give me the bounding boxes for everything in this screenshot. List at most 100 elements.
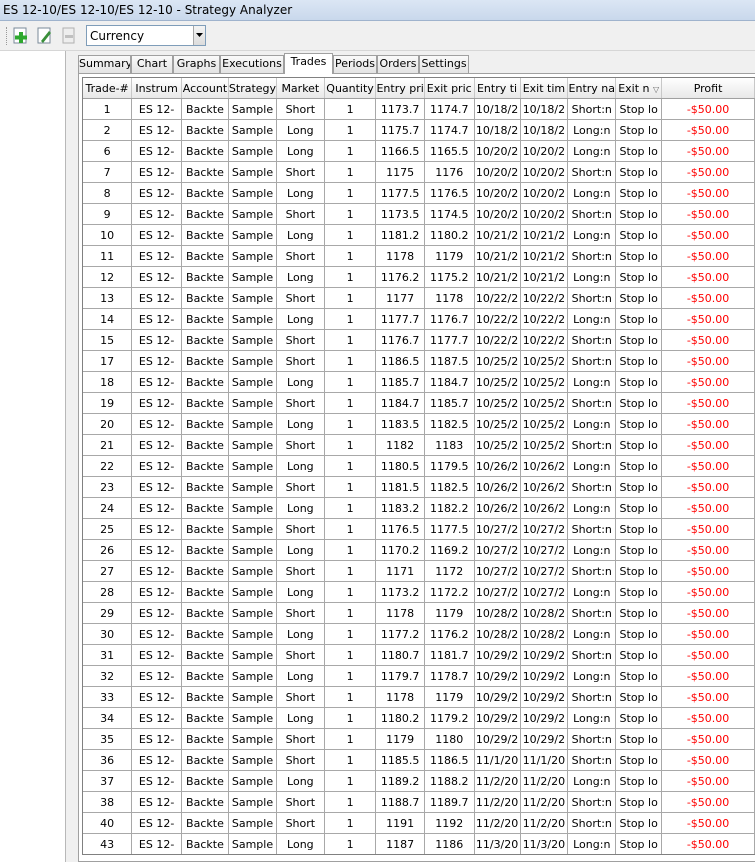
table-cell: Short xyxy=(276,434,325,456)
table-row[interactable]: 14 ES 12- Backte Sample Long 1 1177.7 1176.7 10/… xyxy=(83,308,755,330)
table-row[interactable]: 10 ES 12- Backte Sample Long 1 1181.2 1180.2 10/… xyxy=(83,224,755,246)
tab-graphs[interactable]: Graphs xyxy=(173,55,220,73)
table-cell: Short:n xyxy=(567,749,617,771)
table-row[interactable]: 28 ES 12- Backte Sample Long 1 1173.2 1172.2 10/… xyxy=(83,581,755,603)
table-cell: 7 xyxy=(83,161,133,183)
table-row[interactable]: 24 ES 12- Backte Sample Long 1 1183.2 1182.2 10/… xyxy=(83,497,755,519)
tab-settings[interactable]: Settings xyxy=(419,55,469,73)
table-row[interactable]: 6 ES 12- Backte Sample Long 1 1166.5 1165.5 10/2… xyxy=(83,140,755,162)
table-cell: Stop lo xyxy=(615,329,663,351)
table-cell: Short:n xyxy=(567,728,617,750)
table-row[interactable]: 7 ES 12- Backte Sample Short 1 1175 1176 10/20/2… xyxy=(83,161,755,183)
table-row[interactable]: 27 ES 12- Backte Sample Short 1 1171 1172 10/27/… xyxy=(83,560,755,582)
table-cell: Short:n xyxy=(567,98,617,120)
tab-summary[interactable]: Summary xyxy=(78,55,131,73)
table-cell: Backte xyxy=(181,224,229,246)
table-row[interactable]: 29 ES 12- Backte Sample Short 1 1178 1179 10/28/… xyxy=(83,602,755,624)
table-row[interactable]: 12 ES 12- Backte Sample Long 1 1176.2 1175.2 10/… xyxy=(83,266,755,288)
table-row[interactable]: 2 ES 12- Backte Sample Long 1 1175.7 1174.7 10/1… xyxy=(83,119,755,141)
table-cell: -$50.00 xyxy=(661,350,755,372)
table-row[interactable]: 38 ES 12- Backte Sample Short 1 1188.7 1189.7 11… xyxy=(83,791,755,813)
table-row[interactable]: 34 ES 12- Backte Sample Long 1 1180.2 1179.2 10/… xyxy=(83,707,755,729)
table-cell: Sample xyxy=(228,623,278,645)
column-header-exit-n[interactable]: Exit n ▽ xyxy=(615,78,663,99)
table-row[interactable]: 22 ES 12- Backte Sample Long 1 1180.5 1179.5 10/… xyxy=(83,455,755,477)
add-icon[interactable] xyxy=(12,27,30,45)
pane-splitter[interactable] xyxy=(66,51,74,862)
toolbar-grip xyxy=(6,27,8,45)
column-header-entry-na[interactable]: Entry na xyxy=(567,78,617,99)
table-cell: Long xyxy=(276,665,325,687)
table-row[interactable]: 13 ES 12- Backte Sample Short 1 1177 1178 10/22/… xyxy=(83,287,755,309)
table-cell: Sample xyxy=(228,140,278,162)
table-row[interactable]: 33 ES 12- Backte Sample Short 1 1178 1179 10/29/… xyxy=(83,686,755,708)
table-cell: ES 12- xyxy=(131,833,182,854)
table-cell: 1187 xyxy=(375,833,425,854)
table-row[interactable]: 19 ES 12- Backte Sample Short 1 1184.7 1185.7 10… xyxy=(83,392,755,414)
tab-executions[interactable]: Executions xyxy=(220,55,284,73)
table-cell: ES 12- xyxy=(131,455,182,477)
table-cell: Sample xyxy=(228,560,278,582)
table-row[interactable]: 8 ES 12- Backte Sample Long 1 1177.5 1176.5 10/2… xyxy=(83,182,755,204)
table-row[interactable]: 35 ES 12- Backte Sample Short 1 1179 1180 10/29/… xyxy=(83,728,755,750)
column-header-account[interactable]: Account xyxy=(181,78,229,99)
table-row[interactable]: 23 ES 12- Backte Sample Short 1 1181.5 1182.5 10… xyxy=(83,476,755,498)
column-header-entry-ti[interactable]: Entry ti xyxy=(474,78,521,99)
display-unit-combo[interactable]: Currency xyxy=(86,25,206,46)
column-header-exit-tim[interactable]: Exit tim xyxy=(520,78,569,99)
table-row[interactable]: 20 ES 12- Backte Sample Long 1 1183.5 1182.5 10/… xyxy=(83,413,755,435)
table-row[interactable]: 36 ES 12- Backte Sample Short 1 1185.5 1186.5 11… xyxy=(83,749,755,771)
column-header-trade-[interactable]: Trade-# xyxy=(83,78,133,99)
table-row[interactable]: 18 ES 12- Backte Sample Long 1 1185.7 1184.7 10/… xyxy=(83,371,755,393)
table-cell: 1 xyxy=(324,455,377,477)
column-header-entry-pri[interactable]: Entry pri xyxy=(375,78,425,99)
table-cell: Short:n xyxy=(567,287,617,309)
table-row[interactable]: 15 ES 12- Backte Sample Short 1 1176.7 1177.7 10… xyxy=(83,329,755,351)
table-row[interactable]: 9 ES 12- Backte Sample Short 1 1173.5 1174.5 10/… xyxy=(83,203,755,225)
table-row[interactable]: 26 ES 12- Backte Sample Long 1 1170.2 1169.2 10/… xyxy=(83,539,755,561)
dropdown-arrow-icon[interactable] xyxy=(193,26,205,45)
table-cell: -$50.00 xyxy=(661,602,755,624)
table-row[interactable]: 40 ES 12- Backte Sample Short 1 1191 1192 11/2/2… xyxy=(83,812,755,834)
column-header-strategy[interactable]: Strategy xyxy=(228,78,278,99)
table-cell: 10/26/2 xyxy=(520,497,569,519)
table-cell: Long xyxy=(276,182,325,204)
table-cell: 38 xyxy=(83,791,133,813)
table-row[interactable]: 30 ES 12- Backte Sample Long 1 1177.2 1176.2 10/… xyxy=(83,623,755,645)
tab-trades[interactable]: Trades xyxy=(284,53,333,74)
strategy-tree-pane[interactable] xyxy=(0,51,66,862)
table-row[interactable]: 32 ES 12- Backte Sample Long 1 1179.7 1178.7 10/… xyxy=(83,665,755,687)
trades-grid[interactable]: Trade-# Instrum Account Strategy Market Quant… xyxy=(82,77,755,855)
column-header-market[interactable]: Market xyxy=(276,78,325,99)
column-header-instrum[interactable]: Instrum xyxy=(131,78,182,99)
table-cell: 1 xyxy=(324,686,377,708)
edit-icon[interactable] xyxy=(36,27,54,45)
table-cell: 1 xyxy=(324,539,377,561)
table-row[interactable]: 21 ES 12- Backte Sample Short 1 1182 1183 10/25/… xyxy=(83,434,755,456)
column-header-profit[interactable]: Profit xyxy=(661,78,755,99)
column-header-quantity[interactable]: Quantity xyxy=(324,78,377,99)
table-cell: 1 xyxy=(324,245,377,267)
column-header-exit-pric[interactable]: Exit pric xyxy=(424,78,475,99)
table-row[interactable]: 31 ES 12- Backte Sample Short 1 1180.7 1181.7 10… xyxy=(83,644,755,666)
table-cell: 1179 xyxy=(424,686,475,708)
tab-chart[interactable]: Chart xyxy=(131,55,173,73)
table-row[interactable]: 17 ES 12- Backte Sample Short 1 1186.5 1187.5 10… xyxy=(83,350,755,372)
table-cell: 1188.2 xyxy=(424,770,475,792)
table-cell: 10/20/2 xyxy=(520,203,569,225)
table-cell: 10/28/2 xyxy=(474,623,521,645)
table-cell: 1 xyxy=(324,560,377,582)
table-row[interactable]: 43 ES 12- Backte Sample Long 1 1187 1186 11/3/20… xyxy=(83,833,755,854)
remove-icon[interactable] xyxy=(60,27,78,45)
tab-periods[interactable]: Periods xyxy=(333,55,377,73)
tab-orders[interactable]: Orders xyxy=(377,55,419,73)
table-cell: Long xyxy=(276,455,325,477)
table-cell: Short:n xyxy=(567,434,617,456)
table-row[interactable]: 25 ES 12- Backte Sample Short 1 1176.5 1177.5 10… xyxy=(83,518,755,540)
table-cell: 10/29/2 xyxy=(520,707,569,729)
table-row[interactable]: 37 ES 12- Backte Sample Long 1 1189.2 1188.2 11/… xyxy=(83,770,755,792)
table-cell: 34 xyxy=(83,707,133,729)
table-cell: -$50.00 xyxy=(661,371,755,393)
table-row[interactable]: 1 ES 12- Backte Sample Short 1 1173.7 1174.7 10/… xyxy=(83,98,755,120)
table-row[interactable]: 11 ES 12- Backte Sample Short 1 1178 1179 10/21/… xyxy=(83,245,755,267)
